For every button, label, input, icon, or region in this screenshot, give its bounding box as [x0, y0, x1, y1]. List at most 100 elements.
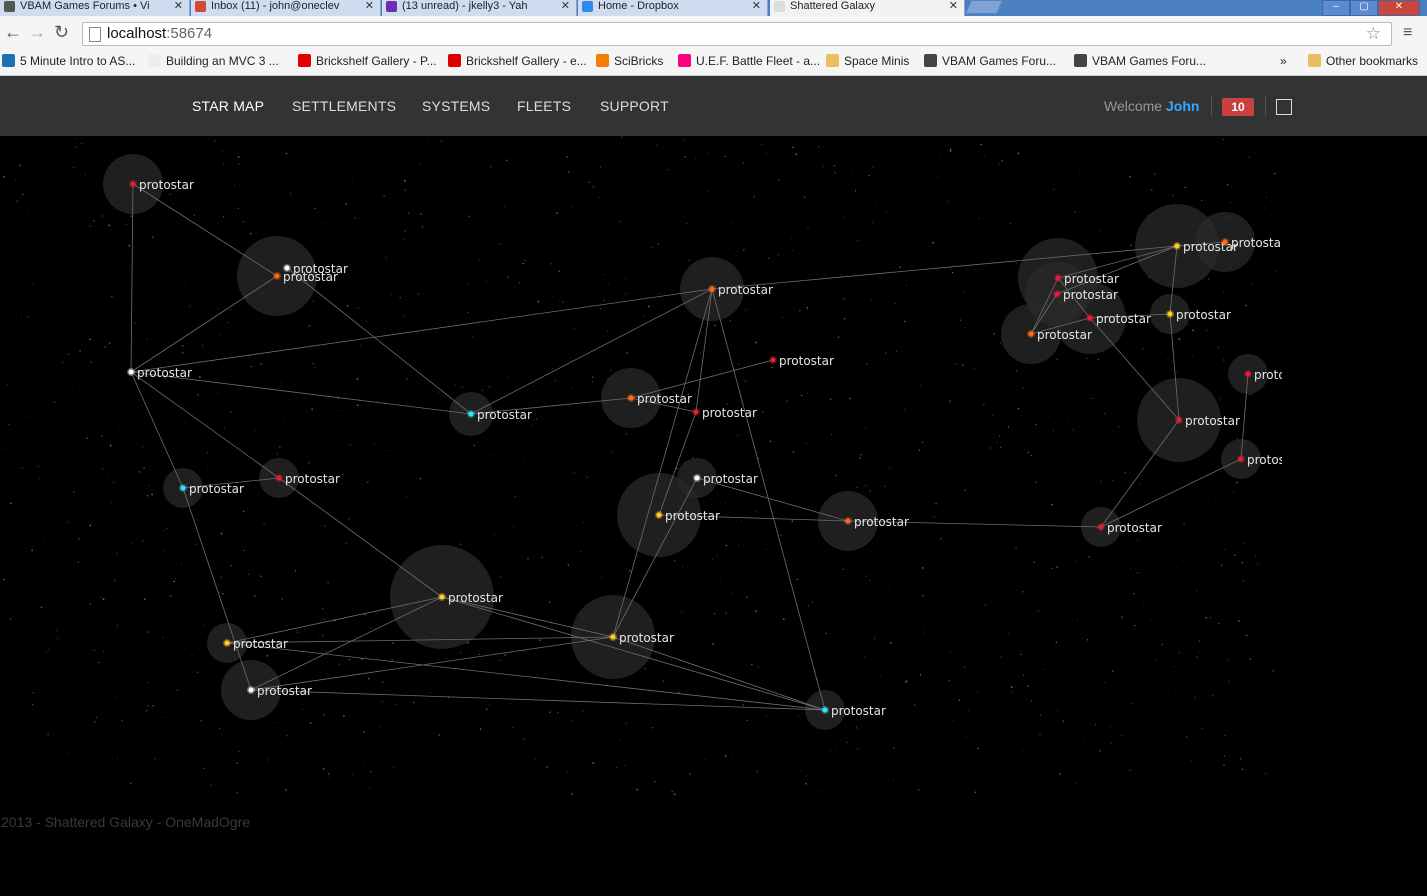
- star-system-label[interactable]: protostar: [189, 482, 244, 496]
- star-icon[interactable]: [1245, 371, 1251, 377]
- tab-close-icon[interactable]: ✕: [752, 0, 761, 12]
- tab-close-icon[interactable]: ✕: [365, 0, 374, 12]
- star-system-label[interactable]: protostar: [1064, 272, 1119, 286]
- star-icon[interactable]: [610, 634, 616, 640]
- star-system[interactable]: protostar: [127, 366, 192, 380]
- star-system-label[interactable]: protostar: [619, 631, 674, 645]
- star-system-label[interactable]: protostar: [257, 684, 312, 698]
- forward-icon[interactable]: →: [28, 23, 46, 41]
- nav-link-support[interactable]: SUPPORT: [600, 98, 669, 114]
- star-system-label[interactable]: protostar: [637, 392, 692, 406]
- tab-close-icon[interactable]: ✕: [949, 0, 958, 12]
- star-system-label[interactable]: protostar: [702, 406, 757, 420]
- star-system[interactable]: protostar: [1054, 272, 1119, 286]
- menu-toggle-button[interactable]: [1276, 99, 1292, 115]
- star-system-label[interactable]: protostar: [1254, 368, 1309, 382]
- star-system-label[interactable]: protostar: [139, 178, 194, 192]
- star-system[interactable]: protostar: [1086, 312, 1151, 326]
- star-system[interactable]: protostar: [223, 637, 288, 651]
- bookmarks-overflow-button[interactable]: »: [1280, 53, 1287, 69]
- bookmark-item[interactable]: VBAM Games Foru...: [1074, 53, 1206, 69]
- browser-tab[interactable]: VBAM Games Forums • Vi ✕: [0, 0, 190, 16]
- star-system-label[interactable]: protostar: [233, 637, 288, 651]
- bookmark-item[interactable]: Brickshelf Gallery - e...: [448, 53, 587, 69]
- star-system[interactable]: protostar: [1221, 236, 1286, 250]
- star-system[interactable]: protostar: [693, 472, 758, 486]
- bookmark-item[interactable]: 5 Minute Intro to AS...: [2, 53, 135, 69]
- star-system-label[interactable]: protostar: [137, 366, 192, 380]
- close-window-button[interactable]: ✕: [1378, 0, 1420, 16]
- star-icon[interactable]: [694, 475, 700, 481]
- other-bookmarks-folder[interactable]: Other bookmarks: [1308, 53, 1418, 69]
- star-system[interactable]: protostar: [1097, 521, 1162, 535]
- star-system[interactable]: protostar: [1175, 414, 1240, 428]
- star-system-label[interactable]: protostar: [285, 472, 340, 486]
- star-icon[interactable]: [1028, 331, 1034, 337]
- star-icon[interactable]: [180, 485, 186, 491]
- star-system[interactable]: protostar: [1244, 368, 1309, 382]
- star-system-label[interactable]: protostar: [477, 408, 532, 422]
- star-system-label[interactable]: protostar: [283, 270, 338, 284]
- star-map[interactable]: protostar protostar protostar protostar prot…: [0, 136, 1427, 891]
- star-system-label[interactable]: protostar: [1176, 308, 1231, 322]
- new-tab-button[interactable]: [964, 0, 1004, 14]
- notification-badge[interactable]: 10: [1222, 98, 1254, 116]
- star-system[interactable]: protostar: [275, 472, 340, 486]
- star-system[interactable]: protostar: [129, 178, 194, 192]
- star-system-label[interactable]: protostar: [448, 591, 503, 605]
- star-icon[interactable]: [770, 357, 776, 363]
- star-system-label[interactable]: protostar: [779, 354, 834, 368]
- nav-link-systems[interactable]: SYSTEMS: [422, 98, 490, 114]
- star-system-label[interactable]: protostar: [1063, 288, 1118, 302]
- star-system[interactable]: protostar: [769, 354, 834, 368]
- star-icon[interactable]: [1098, 524, 1104, 530]
- star-system-label[interactable]: protostar: [1037, 328, 1092, 342]
- star-system-label[interactable]: protostar: [718, 283, 773, 297]
- bookmark-item[interactable]: Brickshelf Gallery - P...: [298, 53, 436, 69]
- star-icon[interactable]: [248, 687, 254, 693]
- tab-close-icon[interactable]: ✕: [174, 0, 183, 12]
- star-icon[interactable]: [1222, 239, 1228, 245]
- nav-link-star-map[interactable]: STAR MAP: [192, 98, 264, 114]
- browser-tab[interactable]: (13 unread) - jkelly3 - Yah ✕: [382, 0, 577, 16]
- reload-icon[interactable]: ↻: [54, 23, 69, 41]
- star-system[interactable]: protostar: [692, 406, 757, 420]
- star-system[interactable]: protostar: [247, 684, 312, 698]
- star-system[interactable]: protostar: [179, 482, 244, 496]
- star-system-label[interactable]: protostar: [1247, 453, 1302, 467]
- star-system-label[interactable]: protostar: [1096, 312, 1151, 326]
- star-icon[interactable]: [1167, 311, 1173, 317]
- star-system[interactable]: protostar: [1237, 453, 1302, 467]
- browser-tab[interactable]: Inbox (11) - john@oneclev ✕: [191, 0, 381, 16]
- star-system-label[interactable]: protostar: [1183, 240, 1238, 254]
- star-icon[interactable]: [1238, 456, 1244, 462]
- maximize-button[interactable]: ▢: [1350, 0, 1378, 16]
- star-system-label[interactable]: protostar: [854, 515, 909, 529]
- browser-menu-icon[interactable]: ≡: [1403, 24, 1412, 42]
- star-system[interactable]: protostar: [821, 704, 886, 718]
- star-icon[interactable]: [845, 518, 851, 524]
- star-icon[interactable]: [276, 475, 282, 481]
- star-system-label[interactable]: protostar: [1231, 236, 1286, 250]
- star-icon[interactable]: [1174, 243, 1180, 249]
- nav-link-fleets[interactable]: FLEETS: [517, 98, 571, 114]
- bookmark-item[interactable]: SciBricks: [596, 53, 663, 69]
- star-icon[interactable]: [1176, 417, 1182, 423]
- star-system-label[interactable]: protostar: [1185, 414, 1240, 428]
- bookmark-item[interactable]: U.E.F. Battle Fleet - a...: [678, 53, 820, 69]
- star-system[interactable]: protostar: [438, 591, 503, 605]
- star-system-label[interactable]: protostar: [665, 509, 720, 523]
- nav-link-settlements[interactable]: SETTLEMENTS: [292, 98, 396, 114]
- star-icon[interactable]: [439, 594, 445, 600]
- star-icon[interactable]: [468, 411, 474, 417]
- star-system[interactable]: protostar: [655, 509, 720, 523]
- star-icon[interactable]: [224, 640, 230, 646]
- bookmark-star-icon[interactable]: ☆: [1366, 23, 1381, 45]
- star-system[interactable]: protostar: [467, 408, 532, 422]
- browser-tab[interactable]: Shattered Galaxy ✕: [770, 0, 965, 16]
- star-system[interactable]: protostar: [1027, 328, 1092, 342]
- browser-tab[interactable]: Home - Dropbox ✕: [578, 0, 768, 16]
- back-icon[interactable]: ←: [4, 23, 22, 41]
- tab-close-icon[interactable]: ✕: [561, 0, 570, 12]
- star-system[interactable]: protostar: [609, 631, 674, 645]
